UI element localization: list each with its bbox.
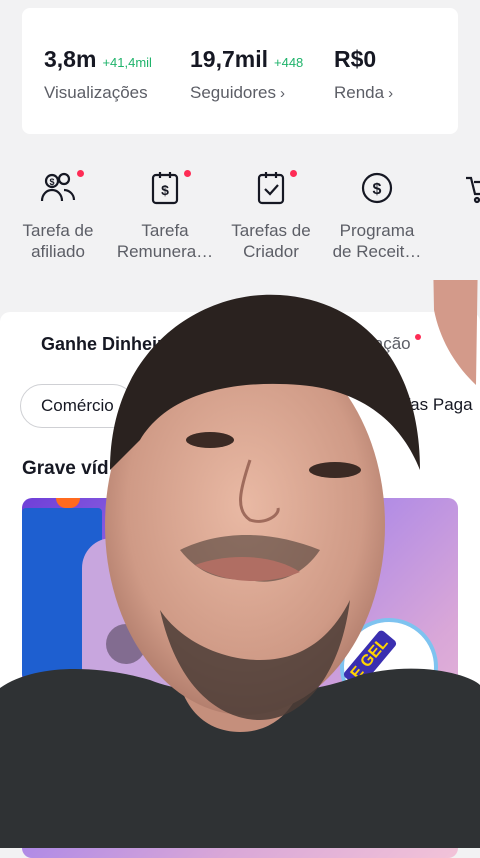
play-icon[interactable] <box>106 624 146 664</box>
tool-creator-tasks[interactable]: Tarefas de Criador <box>216 168 326 262</box>
creator-task-calendar-check-icon <box>251 168 297 208</box>
thumbnail-sticker-small: SUPER <box>320 559 354 603</box>
followers-label: Seguidores <box>190 83 277 102</box>
chip-commerce[interactable]: Comércio <box>20 384 135 428</box>
tool-paid-task[interactable]: $ Tarefa Remunera… <box>110 168 220 262</box>
tab-earn-money[interactable]: Ganhe Dinheiro <box>41 334 175 355</box>
svg-text:$: $ <box>373 181 382 198</box>
tool-revenue-program[interactable]: $ Programa de Receit… <box>322 168 432 262</box>
stats-card: 3,8m +41,4mil Visualizações 19,7mil +448… <box>22 8 458 134</box>
notification-dot <box>184 170 191 177</box>
tool-label: Programa de Receit… <box>332 221 422 261</box>
tool-label: Tarefa Remunera… <box>116 221 214 261</box>
views-value: 3,8m <box>44 46 97 72</box>
svg-text:$: $ <box>49 177 54 187</box>
chevron-right-icon: › <box>280 85 286 102</box>
income-label-row: Renda › <box>334 83 393 103</box>
tool-label: Tarefa de afiliado <box>22 221 94 261</box>
tool-affiliate-task[interactable]: $ Tarefa de afiliado <box>3 168 113 262</box>
views-label: Visualizações <box>44 83 148 102</box>
income-value: R$0 <box>334 46 377 72</box>
revenue-dollar-circle-icon: $ <box>357 168 397 208</box>
thumbnail-chair <box>82 538 202 698</box>
creator-tools-row: $ Tarefa de afiliado $ Tarefa Remunera… … <box>0 168 480 278</box>
flame-decoration <box>56 498 80 508</box>
income-label: Renda <box>334 83 385 102</box>
notification-dot <box>77 170 84 177</box>
tab-creation[interactable]: iação <box>370 334 421 354</box>
paid-task-clipboard-icon: $ <box>145 168 191 208</box>
chevron-right-icon: › <box>388 85 394 102</box>
earn-money-panel: Ganhe Dinheiro iação Comércio efas Paga … <box>0 312 480 858</box>
followers-label-row: Seguidores › <box>190 83 303 103</box>
video-thumbnail-card[interactable]: E GEL SUPER <box>22 498 458 858</box>
chip-paid-tasks[interactable]: efas Paga <box>396 384 473 426</box>
followers-stat[interactable]: 19,7mil +448 Seguidores › <box>190 46 303 103</box>
svg-text:$: $ <box>161 182 169 198</box>
tab-creation-label: iação <box>370 334 411 353</box>
section-title: Grave víd <box>22 458 109 479</box>
views-stat[interactable]: 3,8m +41,4mil Visualizações <box>44 46 152 103</box>
tool-label: Tarefas de Criador <box>231 221 311 261</box>
notification-dot <box>290 170 297 177</box>
followers-value: 19,7mil <box>190 46 268 72</box>
views-delta: +41,4mil <box>102 55 152 70</box>
cart-icon <box>462 168 480 208</box>
affiliate-money-people-icon: $ <box>38 168 84 208</box>
notification-dot <box>414 334 421 340</box>
tool-shop-partial[interactable] <box>440 168 480 208</box>
income-stat[interactable]: R$0 Renda › <box>334 46 393 103</box>
followers-delta: +448 <box>274 55 304 70</box>
